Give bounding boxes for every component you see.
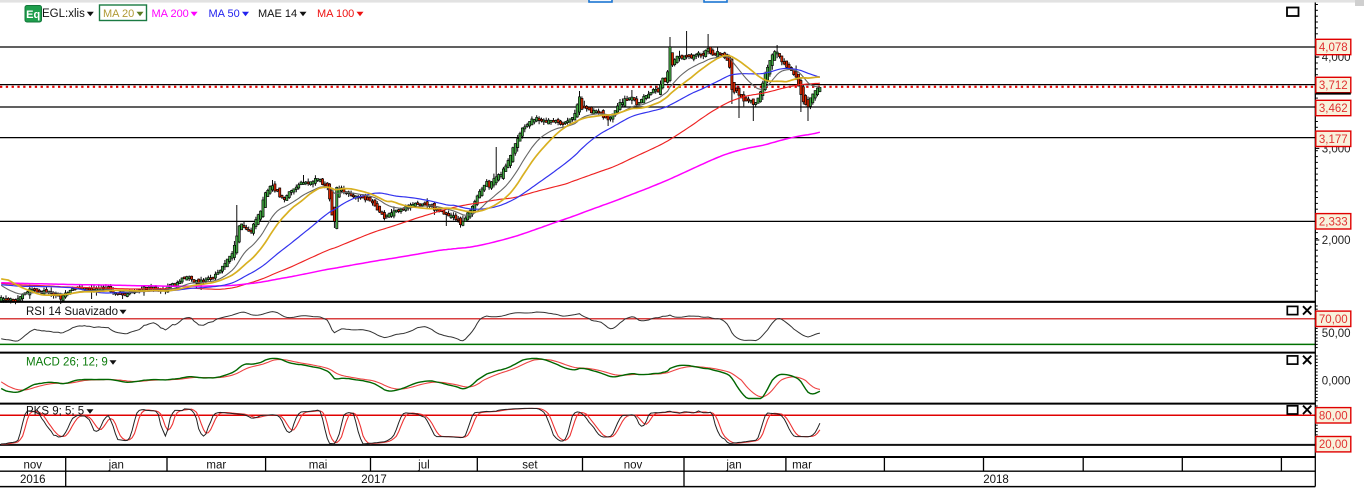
svg-text:2018: 2018: [983, 474, 1009, 486]
svg-text:jan: jan: [108, 459, 124, 471]
svg-text:mai: mai: [309, 459, 328, 471]
svg-text:2016: 2016: [20, 474, 46, 486]
svg-text:MAE 14: MAE 14: [258, 8, 297, 20]
svg-text:3,712: 3,712: [1319, 80, 1348, 92]
svg-text:2,333: 2,333: [1319, 216, 1348, 228]
svg-text:Eq: Eq: [26, 9, 40, 21]
svg-text:EGL:xlis: EGL:xlis: [42, 8, 85, 20]
svg-text:2,000: 2,000: [1322, 235, 1351, 247]
svg-text:MA 20: MA 20: [103, 8, 134, 20]
svg-text:70,00: 70,00: [1319, 314, 1348, 326]
svg-text:mar: mar: [792, 459, 812, 471]
svg-text:80,00: 80,00: [1319, 410, 1348, 422]
svg-text:50,00: 50,00: [1322, 328, 1351, 340]
svg-text:3,177: 3,177: [1319, 134, 1348, 146]
svg-text:2017: 2017: [361, 474, 387, 486]
svg-text:MA 50: MA 50: [209, 8, 240, 20]
svg-text:20,00: 20,00: [1319, 439, 1348, 451]
svg-text:nov: nov: [24, 459, 43, 471]
svg-text:jan: jan: [725, 459, 741, 471]
svg-text:mar: mar: [206, 459, 226, 471]
svg-text:MA 200: MA 200: [152, 8, 189, 20]
svg-text:3,462: 3,462: [1319, 103, 1348, 115]
svg-text:MA 100: MA 100: [317, 8, 354, 20]
svg-text:set: set: [522, 459, 538, 471]
svg-text:jul: jul: [417, 459, 430, 471]
svg-text:nov: nov: [624, 459, 643, 471]
svg-text:MACD 26; 12; 9: MACD 26; 12; 9: [26, 356, 108, 368]
svg-text:PKS 9; 5; 5: PKS 9; 5; 5: [26, 405, 84, 417]
svg-text:4,078: 4,078: [1319, 42, 1348, 54]
svg-text:0,000: 0,000: [1322, 376, 1351, 388]
svg-text:RSI 14 Suavizado: RSI 14 Suavizado: [26, 306, 118, 318]
